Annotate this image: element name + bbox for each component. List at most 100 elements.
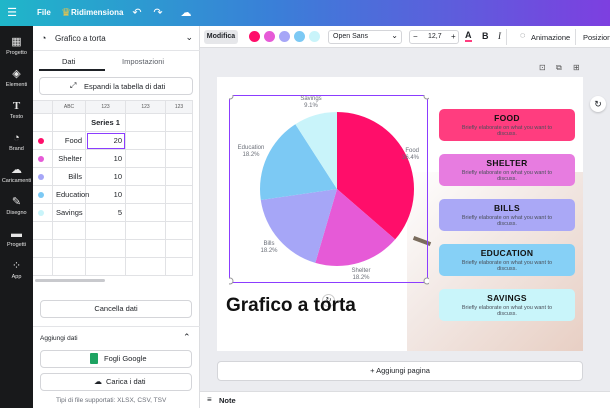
table-cell[interactable] [126, 114, 166, 132]
column-header[interactable]: 123 [166, 101, 193, 114]
italic-button[interactable]: I [498, 31, 501, 41]
add-data-label: Aggiungi dati [40, 335, 78, 342]
upload-data-button[interactable]: ☁ Carica i dati [40, 373, 192, 391]
table-cell[interactable] [166, 258, 193, 276]
edit-button[interactable]: Modifica [204, 30, 238, 44]
table-cell[interactable] [166, 186, 193, 204]
menu-icon[interactable]: ☰ [4, 5, 20, 21]
table-cell[interactable] [166, 204, 193, 222]
duplicate-page-icon[interactable]: ⧉ [556, 63, 562, 73]
info-card[interactable]: SAVINGS Briefly elaborate on what you wan… [439, 289, 575, 321]
pie-label-percent: 9.1% [304, 103, 318, 109]
table-cell[interactable] [166, 114, 193, 132]
animation-button[interactable]: Animazione [531, 33, 570, 42]
row-value-cell[interactable]: 10 [86, 168, 126, 186]
rail-item-brand[interactable]: ◔ Brand [0, 129, 33, 161]
row-value-cell[interactable]: 20 [86, 132, 126, 150]
info-card[interactable]: FOOD Briefly elaborate on what you want t… [439, 109, 575, 141]
column-header[interactable]: 123 [86, 101, 126, 114]
resize-handle[interactable] [423, 95, 429, 100]
text-color-button[interactable]: A [465, 30, 472, 42]
google-sheets-button[interactable]: Fogli Google [40, 350, 192, 368]
table-cell[interactable] [53, 240, 86, 258]
decrease-font-button[interactable]: − [413, 32, 418, 41]
page-title[interactable]: Grafico a torta [226, 295, 356, 317]
notes-button[interactable]: Note [219, 396, 236, 405]
info-card[interactable]: EDUCATION Briefly elaborate on what you w… [439, 244, 575, 276]
tab-dati[interactable]: Dati [62, 57, 75, 66]
row-label-cell[interactable]: Shelter [53, 150, 86, 168]
rail-item-caricamenti[interactable]: ☁ Caricamenti [0, 161, 33, 193]
table-cell[interactable] [126, 258, 166, 276]
font-size-stepper[interactable]: − 12,7 + [409, 30, 459, 44]
table-cell[interactable] [126, 186, 166, 204]
table-cell[interactable] [126, 150, 166, 168]
color-swatch[interactable] [294, 31, 305, 42]
table-cell[interactable] [126, 222, 166, 240]
rail-item-app[interactable]: ⁘ App [0, 257, 33, 289]
table-cell[interactable] [53, 114, 86, 132]
series-header-cell[interactable]: Series 1 [86, 114, 126, 132]
expand-table-button[interactable]: ⤢ Espandi la tabella di dati [39, 77, 193, 95]
tab-impostazioni[interactable]: Impostazioni [122, 57, 164, 66]
table-cell[interactable] [86, 222, 126, 240]
clear-data-button[interactable]: Cancella dati [40, 300, 192, 318]
resize-handle[interactable] [229, 95, 234, 100]
table-cell[interactable] [53, 222, 86, 240]
table-cell[interactable] [166, 168, 193, 186]
table-cell[interactable] [166, 132, 193, 150]
table-cell[interactable] [166, 150, 193, 168]
chevron-up-icon[interactable]: ⌃ [183, 332, 191, 343]
info-card[interactable]: SHELTER Briefly elaborate on what you wan… [439, 154, 575, 186]
table-cell[interactable] [166, 222, 193, 240]
column-header[interactable]: 123 [126, 101, 166, 114]
redo-icon[interactable]: ↷ [150, 5, 166, 21]
chevron-up-icon[interactable] [580, 377, 600, 391]
row-value-cell[interactable]: 10 [86, 186, 126, 204]
table-cell[interactable] [86, 258, 126, 276]
table-cell[interactable] [126, 132, 166, 150]
font-selector[interactable]: Open Sans ⌄ [328, 30, 402, 44]
resize-handle[interactable] [423, 277, 429, 285]
file-menu[interactable]: File [37, 8, 51, 17]
horizontal-scrollbar[interactable] [35, 279, 105, 282]
add-page-button[interactable]: + Aggiungi pagina [217, 361, 583, 381]
row-value-cell[interactable]: 10 [86, 150, 126, 168]
undo-icon[interactable]: ↶ [129, 5, 145, 21]
row-label-cell[interactable]: Savings [53, 204, 86, 222]
table-cell[interactable] [126, 204, 166, 222]
color-swatch[interactable] [249, 31, 260, 42]
rail-item-testo[interactable]: T Testo [0, 97, 33, 129]
resize-button[interactable]: Ridimensiona [71, 8, 123, 17]
pie-chart[interactable]: Food36.4%Shelter18.2%Bills18.2%Education… [229, 95, 429, 285]
font-size-value[interactable]: 12,7 [428, 33, 442, 40]
rail-item-progetto[interactable]: ▦ Progetto [0, 33, 33, 65]
table-cell[interactable] [53, 258, 86, 276]
resize-handle[interactable] [229, 277, 234, 285]
table-cell[interactable] [86, 240, 126, 258]
refresh-icon[interactable]: ↻ [590, 96, 606, 112]
column-header[interactable]: ABC [53, 101, 86, 114]
increase-font-button[interactable]: + [451, 32, 456, 41]
lock-icon[interactable]: ⊡ [539, 63, 546, 72]
table-cell[interactable] [126, 168, 166, 186]
bold-button[interactable]: B [482, 31, 489, 41]
table-cell[interactable] [126, 240, 166, 258]
chart-type-selector[interactable]: ◔ Grafico a torta ⌄ [39, 30, 195, 47]
rail-item-progetti[interactable]: ▬ Progetti [0, 225, 33, 257]
info-card[interactable]: BILLS Briefly elaborate on what you want … [439, 199, 575, 231]
color-swatch[interactable] [309, 31, 320, 42]
rail-item-elementi[interactable]: ◈ Elementi [0, 65, 33, 97]
color-swatch[interactable] [264, 31, 275, 42]
position-button[interactable]: Posizione [583, 33, 610, 42]
row-value-cell[interactable]: 5 [86, 204, 126, 222]
pie-label-percent: 18.2% [242, 152, 260, 158]
rail-item-disegno[interactable]: ✎ Disegno [0, 193, 33, 225]
cloud-icon[interactable]: ☁ [178, 5, 194, 21]
add-page-icon[interactable]: ⊞ [573, 63, 580, 72]
row-label-cell[interactable]: Bills [53, 168, 86, 186]
color-swatch[interactable] [279, 31, 290, 42]
table-cell[interactable] [166, 240, 193, 258]
row-label-cell[interactable]: Food [53, 132, 86, 150]
row-label-cell[interactable]: Education [53, 186, 89, 204]
